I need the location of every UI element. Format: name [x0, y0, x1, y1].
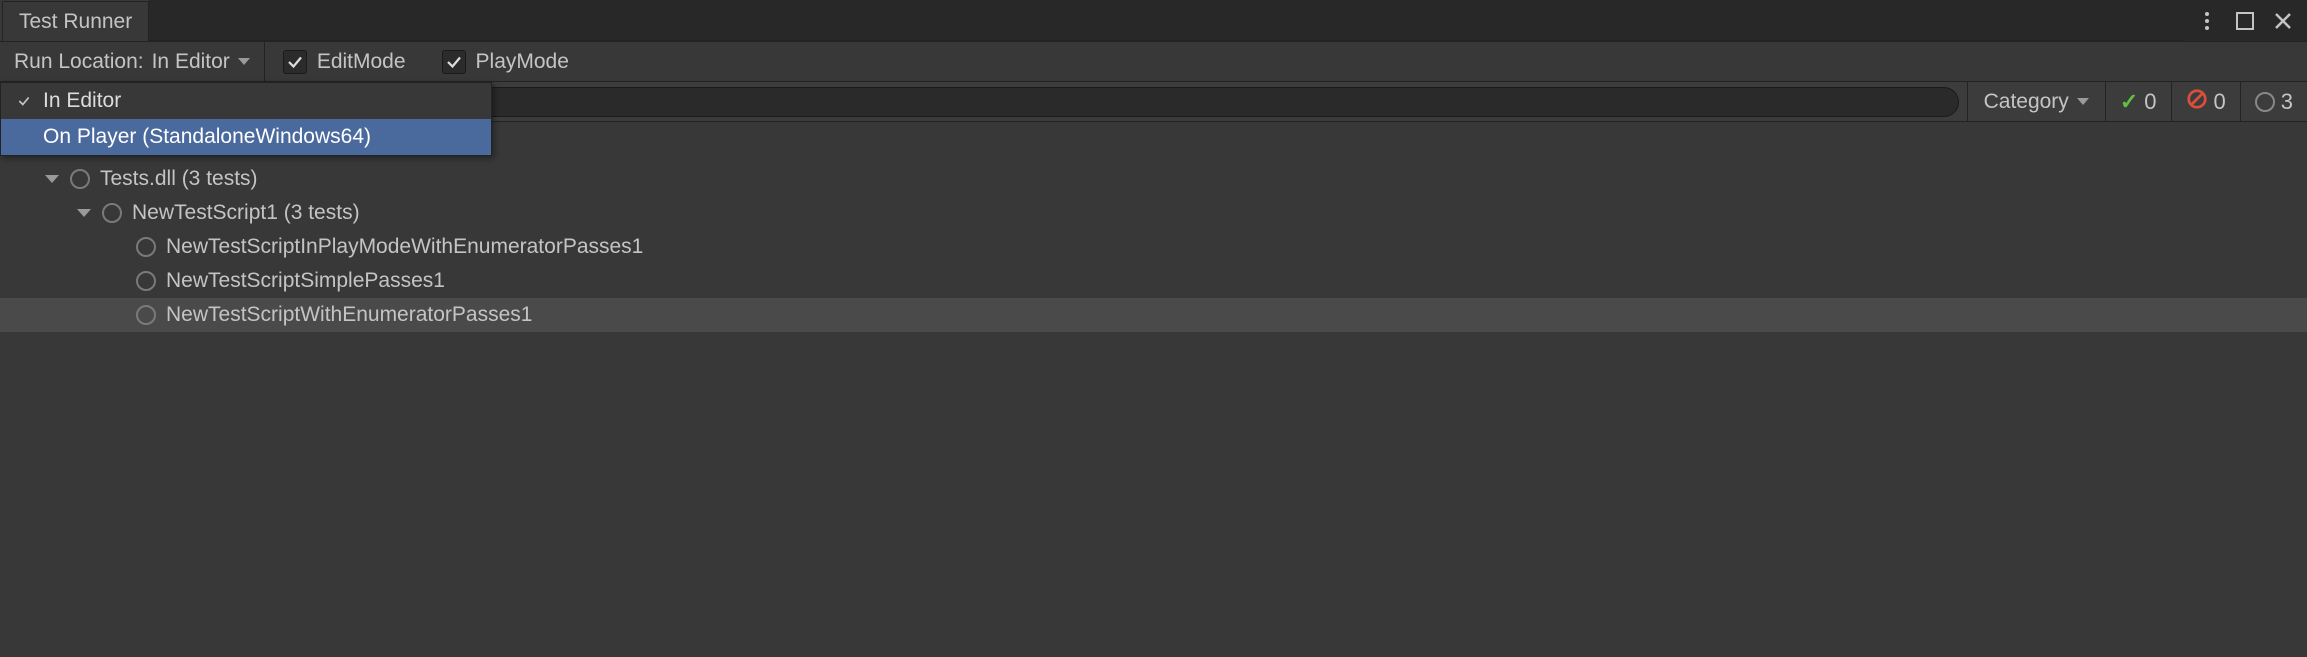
foldout-icon[interactable] — [44, 175, 60, 183]
tree-row[interactable]: NewTestScriptSimplePasses1 — [0, 264, 2307, 298]
skip-icon — [2255, 92, 2275, 112]
pass-filter-button[interactable]: ✓ 0 — [2105, 82, 2171, 121]
window-title: Test Runner — [19, 10, 132, 34]
editmode-label: EditMode — [317, 50, 406, 74]
close-icon[interactable] — [2271, 9, 2295, 33]
editmode-checkbox[interactable] — [283, 50, 307, 74]
dropdown-item-in-editor[interactable]: In Editor — [1, 83, 491, 119]
category-dropdown[interactable]: Category — [1967, 82, 2105, 121]
maximize-icon[interactable] — [2233, 9, 2257, 33]
tree-label: NewTestScript1 (3 tests) — [132, 201, 360, 225]
pass-count: 0 — [2144, 89, 2156, 115]
tree-label: Tests.dll (3 tests) — [100, 167, 258, 191]
skip-filter-button[interactable]: 3 — [2240, 82, 2307, 121]
run-location-label: Run Location: — [14, 50, 144, 74]
menu-icon[interactable] — [2195, 9, 2219, 33]
playmode-toggle[interactable]: PlayMode — [424, 42, 587, 81]
fail-count: 0 — [2214, 89, 2226, 115]
toolbar: Run Location: In Editor EditMode PlayMod… — [0, 42, 2307, 82]
tree-label: NewTestScriptInPlayModeWithEnumeratorPas… — [166, 235, 643, 259]
chevron-down-icon — [2077, 98, 2089, 105]
tree-label: NewTestScriptWithEnumeratorPasses1 — [166, 303, 532, 327]
playmode-label: PlayMode — [476, 50, 569, 74]
status-icon — [70, 169, 90, 189]
run-location-menu: In Editor On Player (StandaloneWindows64… — [0, 82, 492, 156]
run-location-value: In Editor — [152, 50, 230, 74]
pass-icon: ✓ — [2120, 89, 2138, 115]
window-tab[interactable]: Test Runner — [2, 1, 149, 41]
chevron-down-icon — [238, 58, 250, 65]
run-location-dropdown[interactable]: Run Location: In Editor — [0, 42, 265, 81]
tree-row[interactable]: NewTestScriptInPlayModeWithEnumeratorPas… — [0, 230, 2307, 264]
dropdown-item-label: In Editor — [43, 89, 121, 113]
fail-filter-button[interactable]: 0 — [2171, 82, 2240, 121]
status-icon — [136, 271, 156, 291]
status-icon — [136, 305, 156, 325]
editmode-toggle[interactable]: EditMode — [265, 42, 424, 81]
tree-label: NewTestScriptSimplePasses1 — [166, 269, 445, 293]
title-bar: Test Runner — [0, 0, 2307, 42]
dropdown-item-on-player[interactable]: On Player (StandaloneWindows64) — [1, 119, 491, 155]
title-spacer — [149, 0, 2183, 41]
tree-row[interactable]: NewTestScript1 (3 tests) — [0, 196, 2307, 230]
skip-count: 3 — [2281, 89, 2293, 115]
tree-row[interactable]: NewTestScriptWithEnumeratorPasses1 — [0, 298, 2307, 332]
check-icon — [15, 94, 33, 108]
status-icon — [136, 237, 156, 257]
tree-row[interactable]: Tests.dll (3 tests) — [0, 162, 2307, 196]
status-icon — [102, 203, 122, 223]
dropdown-item-label: On Player (StandaloneWindows64) — [43, 125, 371, 149]
category-label: Category — [1984, 90, 2069, 114]
window-controls — [2183, 0, 2307, 41]
fail-icon — [2186, 88, 2208, 116]
playmode-checkbox[interactable] — [442, 50, 466, 74]
foldout-icon[interactable] — [76, 209, 92, 217]
